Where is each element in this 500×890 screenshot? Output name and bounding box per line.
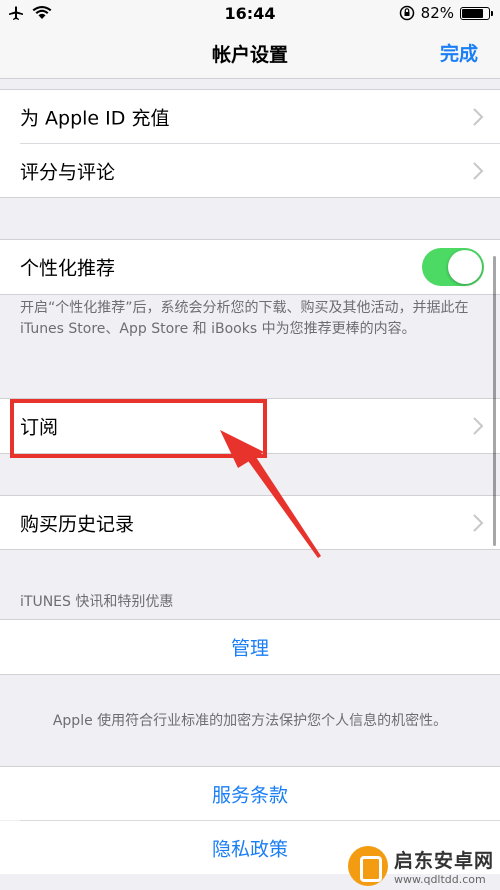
watermark-url: www.qdltdd.com bbox=[393, 873, 486, 886]
watermark-logo-icon bbox=[347, 846, 388, 886]
watermark: 启东安卓网 www.qdltdd.com bbox=[347, 846, 494, 886]
watermark-text: 启东安卓网 www.qdltdd.com bbox=[394, 846, 494, 886]
annotation-arrow-icon bbox=[220, 430, 321, 558]
watermark-title: 启东安卓网 bbox=[393, 850, 494, 872]
